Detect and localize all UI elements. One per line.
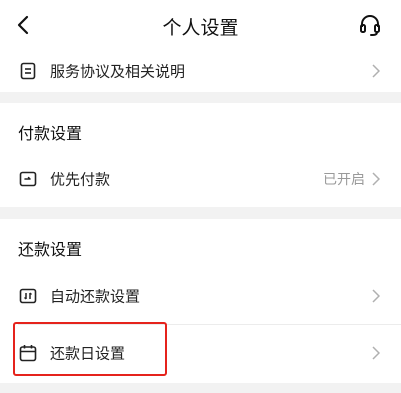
- payment-section-title: 付款设置: [18, 124, 83, 143]
- repayment-section: 还款设置 自动还款设置 还款日设置: [0, 219, 401, 383]
- priority-payment-label: 优先付款: [50, 170, 111, 189]
- repay-date-row[interactable]: 还款日设置: [0, 325, 401, 381]
- repayment-section-title: 还款设置: [18, 240, 83, 259]
- page-title: 个人设置: [162, 17, 239, 39]
- calendar-icon: [18, 343, 38, 363]
- priority-payment-status: 已开启: [323, 172, 365, 188]
- auto-repay-row[interactable]: 自动还款设置: [0, 268, 401, 324]
- chevron-right-icon: [371, 172, 381, 186]
- headset-icon[interactable]: [357, 12, 383, 38]
- wallet-card-icon: [18, 169, 38, 189]
- chevron-right-icon: [371, 64, 381, 78]
- chevron-right-icon: [371, 289, 381, 303]
- repay-date-label: 还款日设置: [50, 344, 126, 363]
- auto-repay-label: 自动还款设置: [50, 287, 141, 306]
- service-agreement-row[interactable]: 服务协议及相关说明: [0, 43, 401, 99]
- payment-section: 付款设置 优先付款 已开启: [0, 103, 401, 207]
- service-agreement-section: 服务协议及相关说明: [0, 50, 401, 92]
- document-icon: [18, 61, 38, 81]
- priority-payment-row[interactable]: 优先付款 已开启: [0, 151, 401, 207]
- service-agreement-label: 服务协议及相关说明: [50, 62, 186, 81]
- chevron-right-icon: [371, 346, 381, 360]
- auto-repay-icon: [18, 286, 38, 306]
